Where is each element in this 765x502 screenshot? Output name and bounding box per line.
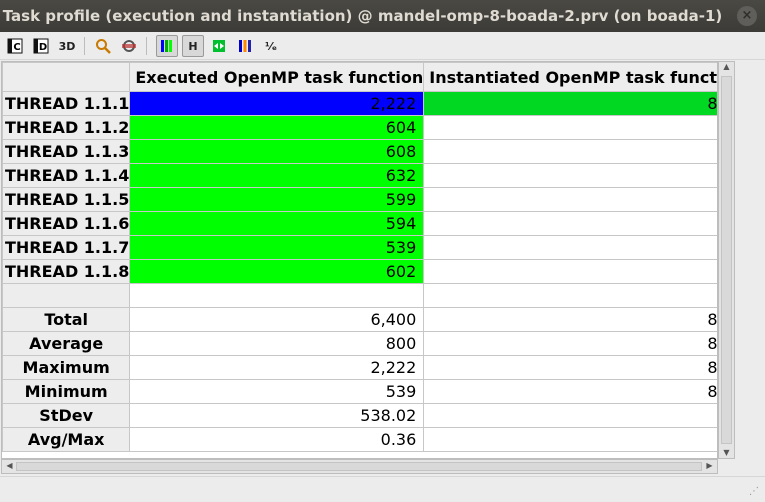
row-header[interactable]: THREAD 1.1.8: [2, 259, 131, 284]
table-cell[interactable]: -: [423, 139, 717, 164]
gradient-color-icon[interactable]: [156, 35, 178, 57]
table-cell[interactable]: 2,222: [129, 91, 425, 116]
stat-header[interactable]: Average: [2, 331, 131, 356]
spacer-header: [2, 283, 131, 308]
stat-header[interactable]: StDev: [2, 403, 131, 428]
table-cell[interactable]: 800: [423, 91, 717, 116]
table-cell[interactable]: -: [423, 163, 717, 188]
column-header-instantiated[interactable]: Instantiated OpenMP task function: [423, 62, 717, 92]
table-cell[interactable]: -: [423, 259, 717, 284]
stat-cell[interactable]: 0: [423, 403, 717, 428]
vertical-scroll-thumb[interactable]: [721, 76, 732, 444]
label-colors-icon[interactable]: [234, 35, 256, 57]
spacer-cell: [423, 283, 717, 308]
stat-cell[interactable]: 6,400: [129, 307, 425, 332]
stat-cell[interactable]: 0.36: [129, 427, 425, 452]
table-row: THREAD 1.1.3 608 -: [2, 139, 717, 164]
stat-row: Total 6,400 800: [2, 307, 717, 332]
table-cell[interactable]: 604: [129, 115, 425, 140]
stat-header[interactable]: Total: [2, 307, 131, 332]
row-header[interactable]: THREAD 1.1.7: [2, 235, 131, 260]
table-cell[interactable]: 599: [129, 187, 425, 212]
profile-table-viewport[interactable]: Executed OpenMP task function Instantiat…: [1, 61, 718, 459]
stat-row: Minimum 539 800: [2, 379, 717, 404]
toolbar: C D 3D H ⅟ₑ: [0, 32, 765, 60]
row-header[interactable]: THREAD 1.1.1: [2, 91, 131, 116]
stat-cell[interactable]: 539: [129, 379, 425, 404]
open-control-window-icon[interactable]: [118, 35, 140, 57]
hide-empty-columns-icon[interactable]: [208, 35, 230, 57]
spacer-cell: [129, 283, 425, 308]
row-header[interactable]: THREAD 1.1.2: [2, 115, 131, 140]
window-title: Task profile (execution and instantiatio…: [2, 7, 723, 25]
zoom-icon[interactable]: [92, 35, 114, 57]
horizontal-scrollbar[interactable]: ◀ ▶: [1, 459, 718, 474]
data-view-icon[interactable]: D: [30, 35, 52, 57]
stat-row: Average 800 800: [2, 331, 717, 356]
status-bar: ⋰: [0, 476, 765, 502]
table-cell[interactable]: -: [423, 211, 717, 236]
table-row: THREAD 1.1.8 602 -: [2, 259, 717, 284]
short-labels-icon[interactable]: ⅟ₑ: [260, 35, 282, 57]
table-row: THREAD 1.1.7 539 -: [2, 235, 717, 260]
column-header-executed[interactable]: Executed OpenMP task function: [129, 62, 425, 92]
resize-grip-icon[interactable]: ⋰: [749, 486, 761, 498]
stat-cell[interactable]: 1: [423, 427, 717, 452]
table-row: THREAD 1.1.4 632 -: [2, 163, 717, 188]
row-header[interactable]: THREAD 1.1.5: [2, 187, 131, 212]
stat-row: Maximum 2,222 800: [2, 355, 717, 380]
stat-cell[interactable]: 800: [423, 307, 717, 332]
table-cell[interactable]: 539: [129, 235, 425, 260]
table-cell[interactable]: -: [423, 115, 717, 140]
row-header[interactable]: THREAD 1.1.3: [2, 139, 131, 164]
stat-header[interactable]: Avg/Max: [2, 427, 131, 452]
row-header[interactable]: THREAD 1.1.4: [2, 163, 131, 188]
scroll-right-icon[interactable]: ▶: [702, 461, 717, 470]
stat-cell[interactable]: 538.02: [129, 403, 425, 428]
table-row: THREAD 1.1.1 2,222 800: [2, 91, 717, 116]
table-cell[interactable]: 602: [129, 259, 425, 284]
3d-view-icon[interactable]: 3D: [56, 35, 78, 57]
stat-cell[interactable]: 2,222: [129, 355, 425, 380]
stat-header[interactable]: Minimum: [2, 379, 131, 404]
table-row: THREAD 1.1.5 599 -: [2, 187, 717, 212]
table-cell[interactable]: 632: [129, 163, 425, 188]
table-row: THREAD 1.1.6 594 -: [2, 211, 717, 236]
scroll-down-icon[interactable]: ▼: [719, 448, 734, 457]
stat-header[interactable]: Maximum: [2, 355, 131, 380]
row-header[interactable]: THREAD 1.1.6: [2, 211, 131, 236]
table-row: THREAD 1.1.2 604 -: [2, 115, 717, 140]
window-titlebar: Task profile (execution and instantiatio…: [0, 0, 765, 32]
close-icon[interactable]: ×: [737, 6, 757, 26]
table-cell[interactable]: 594: [129, 211, 425, 236]
stat-cell[interactable]: 800: [129, 331, 425, 356]
table-cell[interactable]: -: [423, 187, 717, 212]
table-spacer-row: [2, 283, 717, 308]
toolbar-separator: [84, 37, 85, 55]
svg-text:D: D: [39, 42, 47, 53]
stat-row: StDev 538.02 0: [2, 403, 717, 428]
svg-text:C: C: [13, 42, 20, 53]
horizontal-icon[interactable]: H: [182, 35, 204, 57]
vertical-scrollbar[interactable]: ▲ ▼: [718, 61, 735, 459]
stat-cell[interactable]: 800: [423, 331, 717, 356]
table-corner: [2, 62, 131, 92]
table-header-row: Executed OpenMP task function Instantiat…: [2, 62, 717, 92]
stat-cell[interactable]: 800: [423, 355, 717, 380]
horizontal-scroll-thumb[interactable]: [16, 462, 702, 471]
profile-table: Executed OpenMP task function Instantiat…: [2, 62, 717, 452]
table-cell[interactable]: 608: [129, 139, 425, 164]
scroll-up-icon[interactable]: ▲: [719, 62, 734, 71]
stat-row: Avg/Max 0.36 1: [2, 427, 717, 452]
semantic-view-icon[interactable]: C: [4, 35, 26, 57]
scroll-left-icon[interactable]: ◀: [2, 461, 17, 470]
toolbar-separator: [146, 37, 147, 55]
table-cell[interactable]: -: [423, 235, 717, 260]
stat-cell[interactable]: 800: [423, 379, 717, 404]
